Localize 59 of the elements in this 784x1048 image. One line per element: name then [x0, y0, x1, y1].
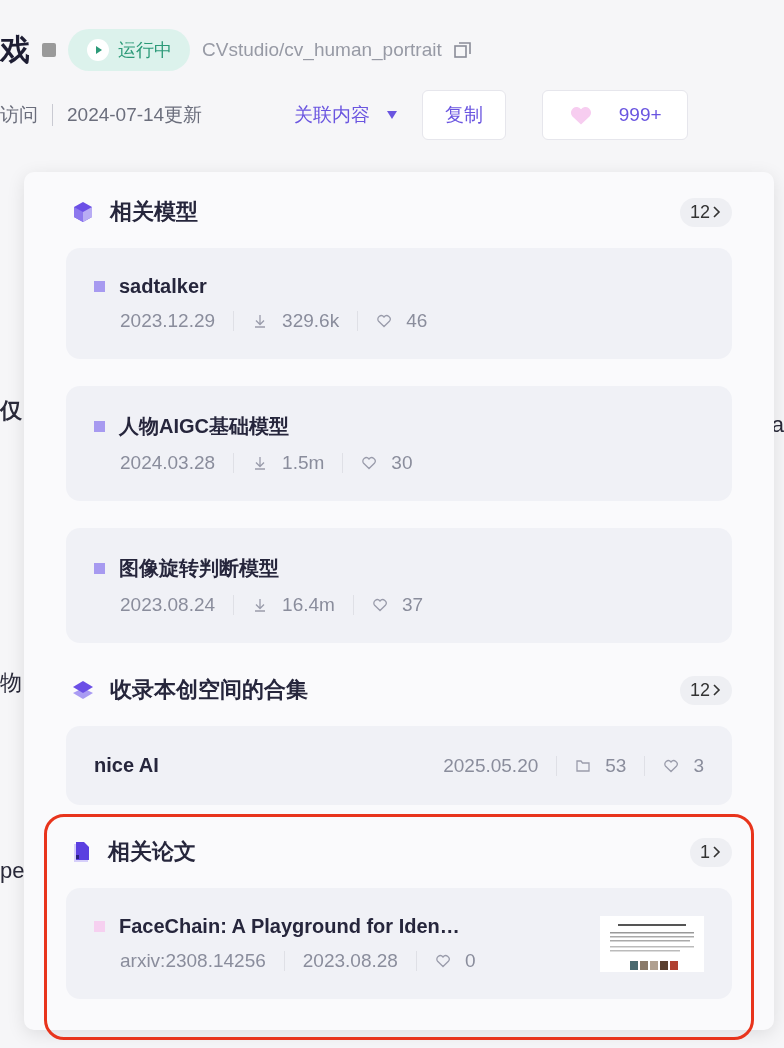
collection-name: nice AI [94, 754, 159, 777]
model-card[interactable]: 图像旋转判断模型 2023.08.24 16.4m 37 [66, 528, 732, 643]
model-name: sadtalker [119, 275, 207, 298]
file-count: 53 [605, 754, 627, 777]
date-text: 2024.03.28 [120, 452, 216, 474]
heart-icon [663, 757, 680, 774]
model-name: 图像旋转判断模型 [119, 556, 279, 581]
paper-title: FaceChain: A Playground for Iden… [119, 915, 460, 938]
heart-icon [361, 455, 378, 471]
like-button[interactable]: 999+ [542, 90, 689, 140]
heart-icon [568, 104, 593, 126]
chevron-icon [712, 845, 722, 859]
background-text: 物 [0, 669, 22, 697]
heart-icon [434, 953, 451, 969]
date-text: 2025.05.20 [443, 754, 539, 777]
section-title: 相关论文 [108, 838, 197, 866]
info-icon [42, 43, 56, 57]
download-count: 1.5m [282, 452, 325, 474]
cube-icon [72, 201, 94, 223]
status-text: 运行中 [118, 39, 172, 62]
model-card[interactable]: sadtalker 2023.12.29 329.6k 46 [66, 248, 732, 359]
paper-card[interactable]: FaceChain: A Playground for Iden… arxiv:2308.14256 2023.08.28 0 [66, 888, 732, 999]
page-title: 戏 [0, 31, 30, 68]
like-count: 30 [391, 452, 413, 474]
count-link[interactable]: 12 [679, 675, 732, 705]
model-name: 人物AIGC基础模型 [119, 414, 289, 439]
date-text: 2023.08.24 [120, 594, 216, 616]
background-text: pe [0, 858, 25, 884]
background-text: 仅 [0, 397, 22, 425]
document-icon [72, 841, 92, 863]
like-count: 0 [464, 950, 476, 972]
model-card[interactable]: 人物AIGC基础模型 2024.03.28 1.5m 30 [66, 386, 732, 501]
chevron-icon [712, 205, 722, 219]
copy-icon[interactable] [453, 41, 472, 59]
like-count: 3 [693, 754, 704, 777]
folder-icon [575, 757, 592, 774]
download-count: 329.6k [282, 310, 340, 332]
date-text: 2023.12.29 [120, 310, 216, 332]
section-title: 收录本创空间的合集 [110, 676, 309, 704]
like-count: 46 [406, 310, 428, 332]
download-count: 16.4m [282, 594, 335, 616]
count-link[interactable]: 1 [690, 837, 732, 867]
updated-text: 2024-07-14更新 [67, 103, 203, 127]
copy-button[interactable]: 复制 [422, 90, 507, 140]
play-icon [86, 38, 110, 62]
repo-path: CVstudio/cv_human_portrait [202, 39, 442, 61]
section-title: 相关模型 [110, 198, 199, 226]
heart-icon [371, 597, 388, 613]
like-count: 37 [401, 594, 424, 616]
source-text: arxiv:2308.14256 [120, 950, 266, 972]
date-text: 2023.08.28 [302, 950, 398, 972]
related-menu[interactable]: 关联内容 [294, 102, 399, 128]
count-link[interactable]: 12 [679, 197, 732, 227]
visits-text: 访问 [0, 103, 38, 127]
chevron-icon [712, 683, 722, 697]
caret-icon [386, 110, 399, 120]
heart-icon [376, 313, 393, 329]
layers-icon [72, 679, 94, 701]
collection-card[interactable]: nice AI 2025.05.20 53 3 [66, 726, 732, 805]
